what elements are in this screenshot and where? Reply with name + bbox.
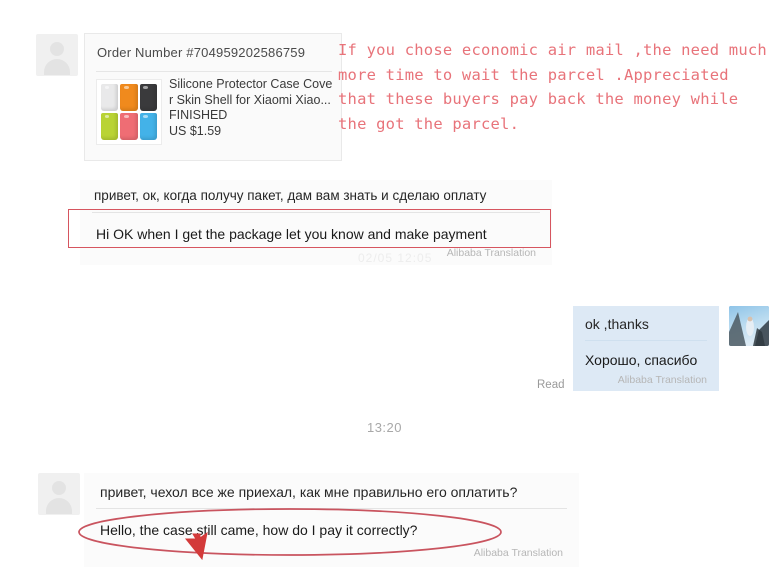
translation-provider-label: Alibaba Translation — [473, 547, 563, 559]
message-original-text: привет, ок, когда получу пакет, дам вам … — [94, 188, 487, 203]
case-swatch-green — [101, 113, 119, 140]
conversation-timestamp: 13:20 — [366, 420, 403, 435]
avatar-seller — [729, 306, 769, 346]
avatar-head-shape — [50, 42, 64, 56]
read-receipt-status: Read — [537, 379, 565, 391]
message-bubble-outgoing-1[interactable]: ok ,thanks Хорошо, спасибо Alibaba Trans… — [573, 306, 719, 391]
message-translated-text: Хорошо, спасибо — [585, 352, 698, 368]
red-note-line-1: If you chose economic air mail ,the need… — [338, 41, 767, 59]
translation-provider-label: Alibaba Translation — [617, 374, 707, 386]
order-number: Order Number #704959202586759 — [97, 45, 306, 60]
case-swatch-blue — [139, 113, 157, 140]
red-annotation-note: If you chose economic air mail ,the need… — [338, 38, 769, 136]
order-status: FINISHED — [169, 108, 228, 122]
red-note-line-2: more time to wait the parcel .Appreciate… — [338, 65, 729, 84]
order-card-divider — [96, 71, 332, 72]
translation-provider-label: Alibaba Translation — [446, 247, 536, 259]
faded-timestamp: 02/05 12:05 — [358, 251, 433, 265]
avatar-buyer-bottom — [38, 473, 80, 515]
message-bubble-incoming-2[interactable]: привет, чехол все же приехал, как мне пр… — [84, 473, 579, 567]
case-swatch-white — [101, 84, 119, 111]
product-price: US $1.59 — [169, 123, 222, 138]
message-original-text: привет, чехол все же приехал, как мне пр… — [100, 484, 518, 500]
message-translated-text: Hello, the case still came, how do I pay… — [100, 522, 418, 538]
avatar-body-shape — [46, 498, 72, 514]
message-bubble-incoming-1[interactable]: привет, ок, когда получу пакет, дам вам … — [80, 180, 552, 265]
red-note-line-3: that these buyers pay back the money whi… — [338, 90, 739, 108]
case-swatch-black — [139, 84, 157, 111]
product-title-line-2: r Skin Shell for Xiaomi Xiao... — [169, 92, 331, 107]
case-swatch-orange — [120, 84, 138, 111]
message-original-text: ok ,thanks — [585, 316, 649, 332]
product-info: Silicone Protector Case Cove r Skin Shel… — [169, 77, 334, 139]
avatar-photo-graphic — [729, 306, 769, 346]
product-thumbnail[interactable] — [96, 79, 162, 145]
order-card[interactable]: Order Number #704959202586759 Silicone P… — [84, 33, 342, 161]
product-title-line-1: Silicone Protector Case Cove — [169, 77, 333, 91]
avatar-body-shape — [44, 59, 70, 75]
message-translated-text: Hi OK when I get the package let you kno… — [96, 226, 487, 242]
avatar-head-shape — [52, 481, 66, 495]
case-swatch-pink — [120, 113, 138, 140]
red-note-line-4: the got the parcel. — [338, 114, 520, 133]
avatar-buyer-top — [36, 34, 78, 76]
